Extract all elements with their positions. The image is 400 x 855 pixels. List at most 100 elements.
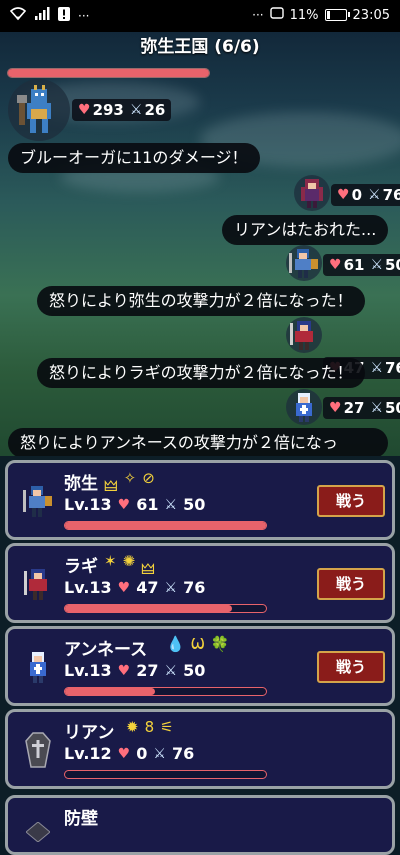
- party-member-yayoi[interactable]: 弥生 🜲 ✧ ⊘ Lv.13 ♥ 61 ⚔ 50 戦う: [5, 460, 395, 540]
- yayoi-portrait: [286, 245, 322, 281]
- sword-icon: ⚔: [164, 496, 178, 513]
- member-name: リアン: [64, 723, 115, 743]
- barrier-avatar: [20, 814, 56, 850]
- clover-icon: 🍀: [210, 635, 230, 653]
- sword-icon: ⚔: [368, 187, 381, 203]
- more-icon: ···: [252, 8, 264, 22]
- ogre-sprite-icon: [17, 85, 51, 133]
- party-member-ragi[interactable]: ラギ ✶ ✺ 🜲 Lv.13 ♥ 47 ⚔ 76 戦う: [5, 543, 395, 623]
- hp-bar: [64, 687, 267, 696]
- enemy-hp-bar: [7, 68, 210, 78]
- level: Lv.13: [64, 661, 112, 680]
- battery-percent: 11%: [289, 7, 319, 23]
- more-icon: ···: [78, 9, 90, 23]
- sword-icon: ⚔: [164, 662, 178, 679]
- blue-ogre-portrait[interactable]: [8, 79, 70, 141]
- member-stats: Lv.13 ♥ 47 ⚔ 76: [64, 578, 205, 597]
- atk-value: 50: [183, 661, 206, 680]
- hp-value: 47: [136, 578, 159, 597]
- member-name: 弥生: [64, 474, 98, 494]
- member-stats: Lv.13 ♥ 27 ⚔ 50: [64, 661, 205, 680]
- sword-icon: ⚔: [164, 579, 178, 596]
- member-stats: Lv.13 ♥ 61 ⚔ 50: [64, 495, 205, 514]
- sword-icon: ⚔: [370, 257, 383, 273]
- member-name: ラギ: [64, 557, 98, 577]
- level: Lv.13: [64, 578, 112, 597]
- atk-value: 50: [183, 495, 206, 514]
- status-bar: ··· ··· 11% 23:05: [0, 0, 400, 32]
- heart-icon: ♥: [117, 496, 131, 513]
- battle-message: 怒りによりラギの攻撃力が２倍になった！: [37, 358, 365, 388]
- yayoi-sprite-icon: [289, 249, 318, 278]
- heart-icon: ♥: [78, 102, 91, 118]
- battle-title: 弥生王国 (6/6): [140, 37, 260, 57]
- heart-icon: ♥: [117, 745, 131, 762]
- party-member-barrier[interactable]: 防壁: [5, 795, 395, 855]
- yayoi-stats: ♥ 61 ⚔ 50: [323, 254, 400, 276]
- sword-icon: ⚔: [370, 360, 383, 376]
- coffin-icon: [25, 732, 51, 768]
- battle-message: 怒りにより弥生の攻撃力が２倍になった！: [37, 286, 365, 316]
- yayoi-avatar: [20, 483, 56, 519]
- annes-stats: ♥ 27 ⚔ 50: [323, 397, 400, 419]
- alert-icon: [58, 7, 70, 25]
- hp-bar-fill: [65, 605, 232, 612]
- battery-icon: [324, 9, 350, 21]
- level: Lv.13: [64, 495, 112, 514]
- enemy-atk-value: 26: [144, 101, 166, 119]
- battle-scene: 弥生王国 (6/6) ♥ 293 ⚔ 26 ブルーオーガに11のダメージ！ ♥ …: [0, 32, 400, 457]
- fight-button[interactable]: 戦う: [317, 651, 385, 683]
- skill-icons: ✹ 8 ⚟: [126, 718, 174, 736]
- annes-sprite-icon: [296, 393, 312, 422]
- ragi-sprite-icon: [24, 569, 47, 600]
- sim-icon: [269, 7, 284, 23]
- arrow-icon: ⚟: [160, 718, 174, 736]
- party-member-annes[interactable]: アンネース 💧 Ѡ 🍀 Lv.13 ♥ 27 ⚔ 50 戦う: [5, 626, 395, 706]
- level: Lv.12: [64, 744, 112, 763]
- ragi-avatar: [20, 566, 56, 602]
- hp-bar: [64, 770, 267, 779]
- battle-message: 怒りによりアンネースの攻撃力が２倍になっ: [8, 428, 388, 457]
- member-name: 防壁: [64, 809, 98, 829]
- lian-stats: ♥ 0 ⚔ 76: [331, 184, 400, 206]
- yayoi-sprite-icon: [23, 486, 52, 517]
- heart-icon: ♥: [329, 400, 342, 416]
- enemy-hp-value: 293: [92, 101, 124, 119]
- party-member-lian[interactable]: リアン ✹ 8 ⚟ Lv.12 ♥ 0 ⚔ 76: [5, 709, 395, 789]
- fight-button[interactable]: 戦う: [317, 568, 385, 600]
- clock: 23:05: [352, 7, 390, 23]
- annes-avatar: [20, 649, 56, 685]
- hp-value: 27: [136, 661, 159, 680]
- annes-portrait: [286, 389, 322, 425]
- hp-bar-fill: [65, 522, 266, 529]
- enemy-hp-fill: [8, 69, 209, 77]
- lian-sprite-icon: [301, 179, 323, 208]
- sword-icon: ⚔: [129, 102, 143, 118]
- wifi-icon: [9, 7, 27, 25]
- hp-bar-fill: [65, 688, 156, 695]
- heart-icon: ♥: [337, 187, 350, 203]
- crown-icon: Ѡ: [190, 635, 205, 653]
- signal-icon: [34, 7, 50, 25]
- hp-bar: [64, 604, 267, 613]
- lian-portrait: [294, 175, 330, 211]
- barrier-icon: [26, 822, 50, 842]
- annes-sprite-icon: [30, 652, 46, 683]
- battle-message: リアンはたおれた...: [222, 215, 389, 245]
- ragi-sprite-icon: [290, 321, 313, 350]
- hp-value: 61: [136, 495, 159, 514]
- swirl-icon: 8: [144, 718, 155, 736]
- sword-icon: ⚔: [153, 745, 166, 762]
- member-name: アンネース: [64, 640, 148, 660]
- ragi-portrait: [286, 317, 322, 353]
- heart-icon: ♥: [117, 662, 131, 679]
- heart-icon: ♥: [117, 579, 131, 596]
- hp-bar: [64, 521, 267, 530]
- fight-button[interactable]: 戦う: [317, 485, 385, 517]
- sword-icon: ⚔: [370, 400, 383, 416]
- battle-message: ブルーオーガに11のダメージ！: [8, 143, 260, 173]
- coffin-avatar: [20, 732, 56, 768]
- member-stats: Lv.12 ♥ 0 ⚔ 76: [64, 744, 194, 763]
- burst-icon: ✹: [126, 718, 139, 736]
- hp-value: 0: [136, 744, 148, 763]
